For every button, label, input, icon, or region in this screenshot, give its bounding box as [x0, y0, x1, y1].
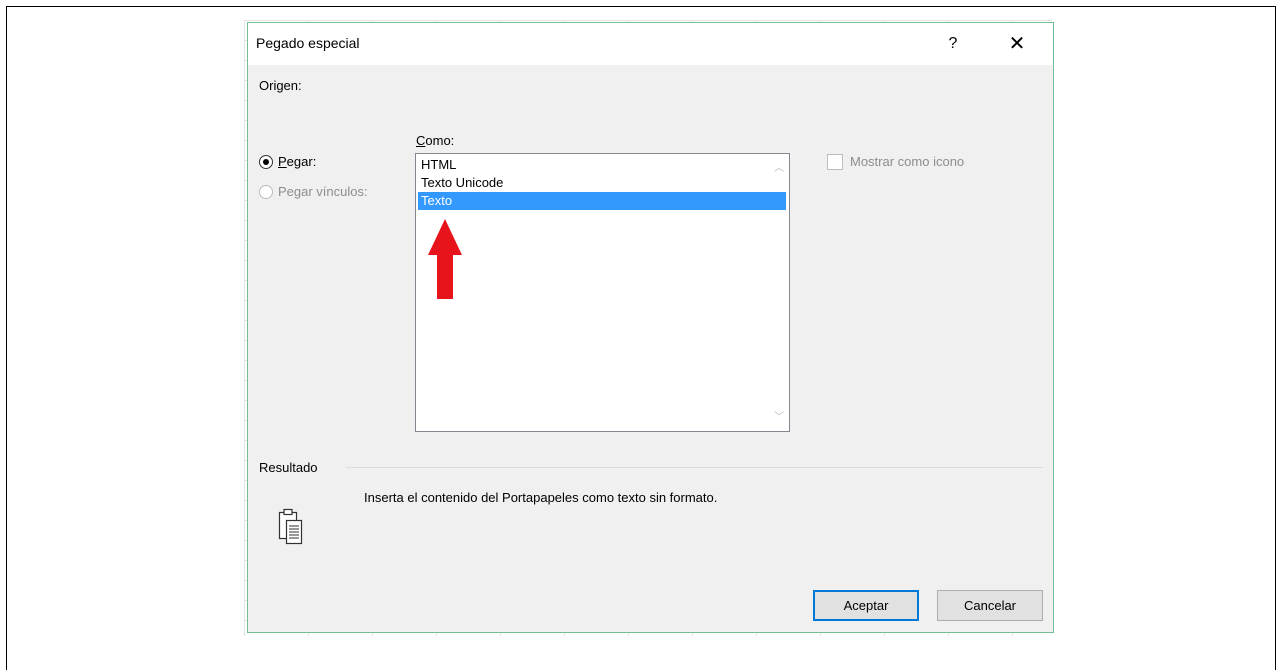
chevron-up-icon[interactable]: ︿	[773, 163, 785, 175]
as-listbox[interactable]: HTML Texto Unicode Texto ︿ ﹀	[415, 153, 790, 432]
result-divider	[346, 467, 1043, 468]
clipboard-icon	[278, 508, 303, 545]
result-label: Resultado	[259, 460, 318, 475]
list-item-unicode-text[interactable]: Texto Unicode	[418, 174, 786, 192]
source-label: Origen:	[259, 78, 302, 93]
paste-special-dialog: Pegado especial ? ✕ Origen: Pegar: Pegar…	[247, 22, 1054, 633]
paste-link-radio[interactable]	[259, 185, 273, 199]
display-as-icon-label[interactable]: Mostrar como icono	[850, 154, 964, 169]
as-label-mnemonic: C	[416, 133, 426, 148]
result-description: Inserta el contenido del Portapapeles co…	[364, 490, 718, 505]
title-bar: Pegado especial ? ✕	[248, 23, 1053, 65]
red-arrow-annotation	[428, 219, 462, 299]
dialog-title: Pegado especial	[256, 35, 360, 51]
as-label: Como:	[416, 133, 454, 148]
display-as-icon-checkbox[interactable]	[827, 154, 843, 170]
chevron-down-icon[interactable]: ﹀	[773, 412, 785, 424]
cancel-button[interactable]: Cancelar	[937, 590, 1043, 621]
list-item-html[interactable]: HTML	[418, 156, 786, 174]
paste-radio[interactable]	[259, 155, 273, 169]
close-icon[interactable]: ✕	[1004, 31, 1030, 57]
paste-label-mnemonic: P	[278, 154, 287, 169]
paste-label[interactable]: Pegar:	[278, 154, 316, 169]
paste-label-rest: egar:	[286, 154, 317, 169]
as-label-rest: omo:	[425, 133, 455, 148]
ok-button[interactable]: Aceptar	[813, 590, 919, 621]
help-icon[interactable]: ?	[941, 31, 965, 57]
list-item-text[interactable]: Texto	[418, 192, 786, 210]
paste-link-label[interactable]: Pegar vínculos:	[278, 184, 368, 199]
